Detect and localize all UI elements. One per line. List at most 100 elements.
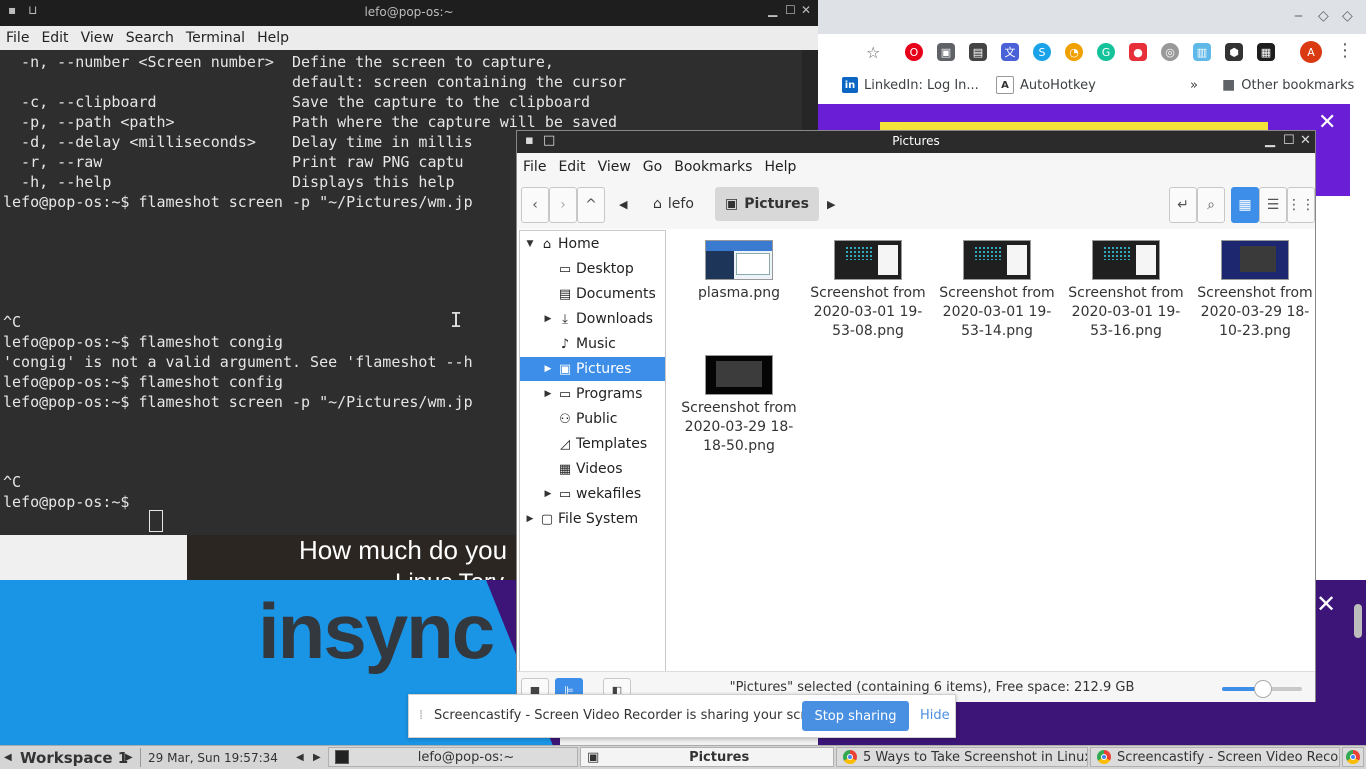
path-scroll-left-icon[interactable]: ◀ — [619, 198, 627, 211]
maximize-icon[interactable]: ☐ — [1283, 133, 1295, 148]
close-icon[interactable]: ✕ — [1300, 133, 1311, 148]
tree-item-templates[interactable]: ◿ Templates — [520, 432, 665, 456]
expand-right-icon[interactable]: ▶ — [524, 514, 536, 524]
up-button[interactable]: ^ — [577, 187, 605, 223]
tree-item-programs[interactable]: ▶ ▭ Programs — [520, 382, 665, 406]
image-thumbnail — [1092, 240, 1160, 280]
menu-file[interactable]: File — [0, 30, 35, 46]
expand-right-icon[interactable]: ▶ — [542, 314, 554, 324]
extension-icon[interactable]: ▥ — [1193, 43, 1211, 61]
workspace-next-icon[interactable]: ▶ — [125, 748, 133, 767]
extension-icon[interactable]: ▦ — [1257, 43, 1275, 61]
file-item[interactable]: Screenshot from 2020-03-01 19-53-14.png — [933, 240, 1061, 341]
file-item[interactable]: Screenshot from 2020-03-29 18-10-23.png — [1191, 240, 1319, 341]
opera-extension-icon[interactable]: O — [905, 43, 923, 61]
profile-avatar[interactable]: A — [1300, 41, 1322, 63]
compact-view-button[interactable]: ⋮⋮ — [1287, 187, 1315, 223]
menu-search[interactable]: Search — [120, 30, 180, 46]
list-view-button[interactable]: ☰ — [1259, 187, 1287, 223]
expand-right-icon[interactable]: ▶ — [542, 389, 554, 399]
tree-item-documents[interactable]: ▤ Documents — [520, 282, 665, 306]
breadcrumb-lefo[interactable]: ⌂ lefo — [643, 187, 704, 221]
menu-go[interactable]: Go — [637, 159, 668, 175]
file-manager-menubar: File Edit View Go Bookmarks Help — [517, 153, 1315, 181]
task-chrome-article[interactable]: 5 Ways to Take Screenshot in Linux [ — [836, 747, 1088, 767]
back-button[interactable]: ‹ — [521, 187, 549, 223]
menu-file[interactable]: File — [517, 159, 552, 175]
extension-icon[interactable]: ◔ — [1065, 43, 1083, 61]
workspace-label[interactable]: Workspace 1 — [20, 748, 128, 767]
terminal-titlebar[interactable]: ▪ ⊔ lefo@pop-os:~ ▁ ☐ ✕ — [0, 0, 818, 26]
zoom-slider-handle[interactable] — [1254, 680, 1272, 698]
menu-view[interactable]: View — [75, 30, 120, 46]
file-item[interactable]: plasma.png — [675, 240, 803, 303]
menu-help[interactable]: Help — [251, 30, 295, 46]
tree-item-downloads[interactable]: ▶ ⤓ Downloads — [520, 307, 665, 331]
skype-extension-icon[interactable]: S — [1033, 43, 1051, 61]
file-manager-titlebar[interactable]: ▪ □ Pictures ▁ ☐ ✕ — [517, 131, 1315, 153]
scrollbar-thumb[interactable] — [1354, 604, 1362, 638]
more-bookmarks-button[interactable]: » — [1190, 75, 1198, 95]
tree-item-file-system[interactable]: ▶ ▢ File System — [520, 507, 665, 531]
menu-edit[interactable]: Edit — [35, 30, 74, 46]
tree-item-pictures[interactable]: ▶ ▣ Pictures — [520, 357, 665, 381]
search-button[interactable]: ⌕ — [1197, 187, 1225, 223]
path-scroll-right-icon[interactable]: ▶ — [827, 198, 835, 211]
file-item[interactable]: Screenshot from 2020-03-01 19-53-16.png — [1062, 240, 1190, 341]
close-icon[interactable]: ✕ — [1318, 110, 1336, 135]
minimize-icon[interactable]: ‒ — [1294, 8, 1303, 24]
maximize-icon[interactable]: ☐ — [785, 3, 796, 17]
bookmark-linkedin[interactable]: in LinkedIn: Log In... — [842, 75, 979, 95]
task-chrome[interactable] — [1342, 747, 1364, 767]
menu-help[interactable]: Help — [758, 159, 802, 175]
zoom-slider[interactable] — [1222, 680, 1302, 698]
tree-item-music[interactable]: ♪ Music — [520, 332, 665, 356]
close-icon[interactable]: ◇ — [1342, 8, 1353, 24]
menu-view[interactable]: View — [592, 159, 637, 175]
minimize-icon[interactable]: ▁ — [1265, 133, 1275, 148]
icon-view-button[interactable]: ▦ — [1231, 187, 1259, 223]
file-item[interactable]: Screenshot from 2020-03-29 18-18-50.png — [675, 355, 803, 456]
task-pictures[interactable]: ▣ Pictures — [580, 747, 834, 767]
menu-edit[interactable]: Edit — [552, 159, 591, 175]
task-scroll-left-icon[interactable]: ◀ — [296, 748, 304, 767]
expand-right-icon[interactable]: ▶ — [542, 364, 554, 374]
address-bar[interactable]: ☆ — [818, 38, 1366, 68]
extension-icon[interactable]: ● — [1129, 43, 1147, 61]
star-icon[interactable]: ☆ — [866, 43, 880, 62]
tree-item-videos[interactable]: ▦ Videos — [520, 457, 665, 481]
bookmark-autohotkey[interactable]: A AutoHotkey — [996, 75, 1096, 95]
drag-handle-icon[interactable]: ⁞ — [419, 708, 423, 723]
task-scroll-right-icon[interactable]: ▶ — [313, 748, 321, 767]
task-chrome-screencastify[interactable]: Screencastify - Screen Video Recorde — [1090, 747, 1340, 767]
file-item[interactable]: Screenshot from 2020-03-01 19-53-08.png — [804, 240, 932, 341]
tree-item-wekafiles[interactable]: ▶ ▭ wekafiles — [520, 482, 665, 506]
workspace-prev-icon[interactable]: ◀ — [4, 748, 12, 767]
extension-icon[interactable]: ◎ — [1161, 43, 1179, 61]
clock[interactable]: 29 Mar, Sun 19:57:34 — [148, 748, 278, 767]
other-bookmarks-folder[interactable]: ■ Other bookmarks — [1222, 75, 1354, 95]
menu-bookmarks[interactable]: Bookmarks — [668, 159, 758, 175]
extension-icon[interactable]: ▤ — [969, 43, 987, 61]
maximize-icon[interactable]: ◇ — [1318, 8, 1329, 24]
task-terminal[interactable]: lefo@pop-os:~ — [328, 747, 578, 767]
close-icon[interactable]: ✕ — [1316, 590, 1336, 618]
menu-icon[interactable]: ⋮ — [1336, 40, 1354, 61]
extension-icon[interactable]: ▣ — [937, 43, 955, 61]
close-icon[interactable]: ✕ — [801, 3, 811, 17]
tree-item-home[interactable]: ▼ ⌂ Home — [520, 232, 665, 256]
expand-down-icon[interactable]: ▼ — [524, 239, 536, 249]
extension-icon[interactable]: ⬢ — [1225, 43, 1243, 61]
forward-button[interactable]: › — [549, 187, 577, 223]
minimize-icon[interactable]: ▁ — [768, 3, 777, 17]
open-terminal-button[interactable]: ↵ — [1169, 187, 1197, 223]
tree-item-desktop[interactable]: ▭ Desktop — [520, 257, 665, 281]
stop-sharing-button[interactable]: Stop sharing — [802, 701, 909, 731]
expand-right-icon[interactable]: ▶ — [542, 489, 554, 499]
menu-terminal[interactable]: Terminal — [180, 30, 251, 46]
grammarly-extension-icon[interactable]: G — [1097, 43, 1115, 61]
hide-button[interactable]: Hide — [920, 708, 950, 723]
tree-item-public[interactable]: ⚇ Public — [520, 407, 665, 431]
breadcrumb-pictures[interactable]: ▣ Pictures — [715, 187, 819, 221]
translate-extension-icon[interactable]: 文 — [1001, 43, 1019, 61]
